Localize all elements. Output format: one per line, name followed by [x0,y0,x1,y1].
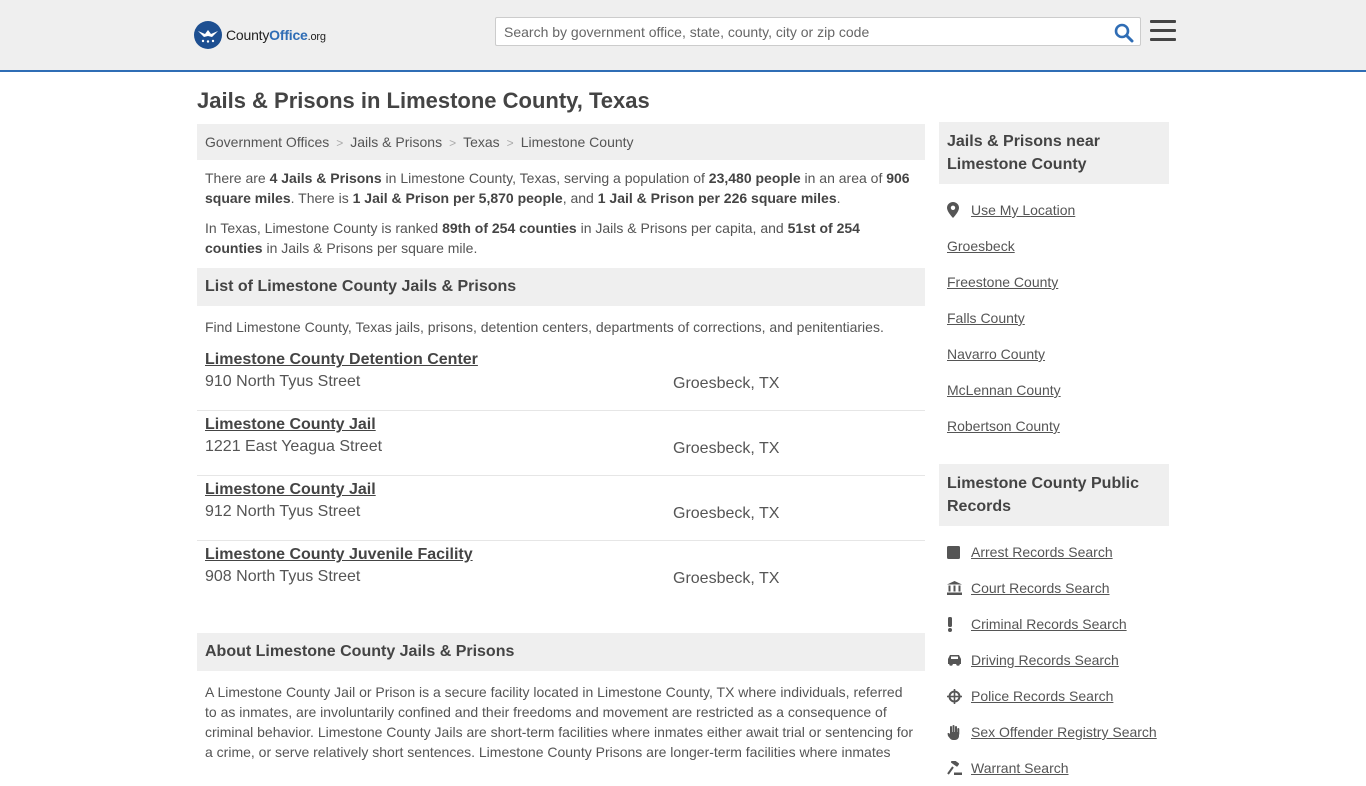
intro-ranking-paragraph: In Texas, Limestone County is ranked 89t… [205,218,917,258]
square-icon [947,545,971,559]
facility-address: 908 North Tyus Street [205,568,361,585]
facility-address: 912 North Tyus Street [205,503,361,520]
sex-offender-link[interactable]: Sex Offender Registry Search [971,724,1157,740]
nearby-link-falls[interactable]: Falls County [947,310,1025,326]
nearby-link-navarro[interactable]: Navarro County [947,346,1045,362]
exclamation-icon [947,616,971,632]
breadcrumb-texas[interactable]: Texas [463,134,500,150]
about-section-title: About Limestone County Jails & Prisons [197,633,925,671]
hand-icon [947,724,971,740]
facility-row: Limestone County Detention Center 910 No… [197,346,925,411]
criminal-records-link[interactable]: Criminal Records Search [971,616,1127,632]
driving-records-link[interactable]: Driving Records Search [971,652,1119,668]
facility-address: 1221 East Yeagua Street [205,438,383,455]
gavel-icon [947,761,971,775]
about-section-text: A Limestone County Jail or Prison is a s… [205,684,914,760]
sidebar-item-criminal-records: Criminal Records Search [947,606,1161,642]
nearby-link-mclennan[interactable]: McLennan County [947,382,1061,398]
facility-row: Limestone County Jail 912 North Tyus Str… [197,476,925,541]
sidebar-item-mclennan: McLennan County [947,372,1161,408]
sidebar-nearby-list: Use My Location Groesbeck Freestone Coun… [939,184,1169,444]
use-my-location-link[interactable]: Use My Location [971,202,1075,218]
nearby-link-groesbeck[interactable]: Groesbeck [947,238,1015,254]
breadcrumb-limestone-county[interactable]: Limestone County [521,134,634,150]
breadcrumb-separator: > [506,136,514,150]
car-icon [947,654,971,666]
intro-highlight: 4 Jails & Prisons [269,170,382,186]
intro-stats-paragraph: There are 4 Jails & Prisons in Limestone… [205,168,917,208]
sidebar-item-groesbeck: Groesbeck [947,228,1161,264]
sidebar: Jails & Prisons near Limestone County Us… [939,122,1169,786]
intro-text-run: , and [562,190,598,206]
facility-city: Groesbeck, TX [673,375,780,392]
sidebar-item-arrest-records: Arrest Records Search [947,534,1161,570]
facility-city: Groesbeck, TX [673,440,780,457]
crosshair-icon [947,688,971,704]
sidebar-item-court-records: Court Records Search [947,570,1161,606]
nearby-link-robertson[interactable]: Robertson County [947,418,1060,434]
sidebar-records-title: Limestone County Public Records [939,464,1169,526]
intro-text-run: . There is [290,190,353,206]
court-records-link[interactable]: Court Records Search [971,580,1110,596]
warrant-search-link[interactable]: Warrant Search [971,760,1069,776]
sidebar-item-warrant-search: Warrant Search [947,750,1161,786]
intro-text-run: in Limestone County, Texas, serving a po… [381,170,709,186]
facility-name-link[interactable]: Limestone County Jail [205,416,376,434]
intro-text: There are 4 Jails & Prisons in Limestone… [197,160,925,258]
main-content: Government Offices > Jails & Prisons > Texas… [197,124,925,762]
intro-text-run: in Jails & Prisons per square mile. [262,240,478,256]
hamburger-menu-icon[interactable] [1150,20,1176,42]
police-records-link[interactable]: Police Records Search [971,688,1113,704]
sidebar-item-driving-records: Driving Records Search [947,642,1161,678]
intro-text-run: . [836,190,841,206]
sidebar-records-list: Arrest Records Search Court Records Sear… [939,526,1169,786]
intro-text-run: There are [205,170,270,186]
facility-name-link[interactable]: Limestone County Juvenile Facility [205,546,473,564]
facility-name-link[interactable]: Limestone County Detention Center [205,351,478,369]
sidebar-item-falls: Falls County [947,300,1161,336]
sidebar-item-navarro: Navarro County [947,336,1161,372]
sidebar-item-police-records: Police Records Search [947,678,1161,714]
intro-highlight: 1 Jail & Prison per 5,870 people [352,190,563,206]
sidebar-item-robertson: Robertson County [947,408,1161,444]
facility-name-link[interactable]: Limestone County Jail [205,481,376,499]
intro-highlight: 23,480 people [708,170,801,186]
facility-row: Limestone County Jail 1221 East Yeagua S… [197,411,925,476]
courthouse-icon [947,581,971,595]
sidebar-item-sex-offender: Sex Offender Registry Search [947,714,1161,750]
intro-text-run: in Jails & Prisons per capita, and [576,220,788,236]
search-icon[interactable] [1114,23,1134,43]
list-section-title: List of Limestone County Jails & Prisons [197,268,925,306]
page-title: Jails & Prisons in Limestone County, Tex… [197,88,650,113]
nearby-link-freestone[interactable]: Freestone County [947,274,1058,290]
facility-city: Groesbeck, TX [673,570,780,587]
list-section-description: Find Limestone County, Texas jails, pris… [205,319,884,335]
sidebar-item-freestone: Freestone County [947,264,1161,300]
sidebar-nearby-title: Jails & Prisons near Limestone County [939,122,1169,184]
intro-text-run: In Texas, Limestone County is ranked [205,220,443,236]
facility-list: Limestone County Detention Center 910 No… [197,346,925,606]
arrest-records-link[interactable]: Arrest Records Search [971,544,1113,560]
facility-city: Groesbeck, TX [673,505,780,522]
logo-eagle-icon [194,21,222,49]
logo-wordmark: CountyOffice.org [226,27,326,43]
intro-text-run: in an area of [800,170,887,186]
search-box [495,17,1141,46]
breadcrumb-government-offices[interactable]: Government Offices [205,134,329,150]
breadcrumb-separator: > [449,136,457,150]
intro-highlight: 89th of 254 counties [442,220,577,236]
facility-address: 910 North Tyus Street [205,373,361,390]
site-header: CountyOffice.org [0,0,1366,72]
breadcrumb-separator: > [336,136,344,150]
facility-row: Limestone County Juvenile Facility 908 N… [197,541,925,606]
breadcrumb-jails-prisons[interactable]: Jails & Prisons [350,134,442,150]
sidebar-item-use-my-location: Use My Location [947,192,1161,228]
breadcrumb: Government Offices > Jails & Prisons > Texas… [197,124,925,160]
map-pin-icon [947,202,971,218]
intro-highlight: 1 Jail & Prison per 226 square miles [597,190,837,206]
search-input[interactable] [496,18,1096,45]
site-logo[interactable]: CountyOffice.org [194,21,326,49]
